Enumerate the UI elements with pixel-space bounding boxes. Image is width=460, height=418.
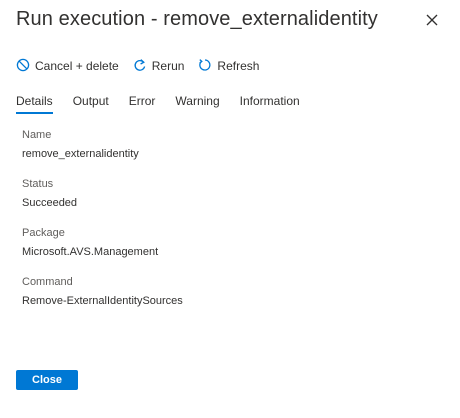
tab-bar: Details Output Error Warning Information: [16, 94, 320, 114]
name-field: Name remove_externalidentity: [22, 128, 183, 161]
rerun-label: Rerun: [151, 59, 185, 73]
tab-warning[interactable]: Warning: [175, 94, 219, 114]
command-label: Command: [22, 276, 73, 288]
rerun-button[interactable]: Rerun: [133, 56, 185, 76]
name-label: Name: [22, 129, 52, 141]
refresh-button[interactable]: Refresh: [198, 56, 259, 76]
name-value: remove_externalidentity: [22, 148, 139, 160]
tab-error[interactable]: Error: [129, 94, 156, 114]
command-bar: Cancel + delete Rerun Refresh: [16, 56, 273, 76]
panel-title: Run execution - remove_externalidentity: [16, 8, 378, 30]
command-field: Command Remove-ExternalIdentitySources: [22, 275, 183, 308]
refresh-icon: [198, 58, 217, 75]
run-execution-panel: Run execution - remove_externalidentity …: [0, 0, 460, 418]
status-field: Status Succeeded: [22, 177, 183, 210]
package-label: Package: [22, 227, 65, 239]
tab-information[interactable]: Information: [240, 94, 300, 114]
command-value: Remove-ExternalIdentitySources: [22, 295, 183, 307]
refresh-label: Refresh: [217, 59, 260, 73]
status-value: Succeeded: [22, 197, 78, 209]
package-field: Package Microsoft.AVS.Management: [22, 226, 183, 259]
close-icon[interactable]: [422, 10, 442, 30]
details-fields: Name remove_externalidentity Status Succ…: [22, 128, 183, 324]
tab-output[interactable]: Output: [73, 94, 109, 114]
cancel-delete-label: Cancel + delete: [35, 59, 119, 73]
cancel-delete-button[interactable]: Cancel + delete: [16, 56, 119, 76]
close-button[interactable]: Close: [16, 370, 78, 390]
rerun-icon: [133, 58, 152, 75]
package-value: Microsoft.AVS.Management: [22, 246, 159, 258]
prohibited-icon: [16, 58, 35, 75]
tab-details[interactable]: Details: [16, 94, 53, 114]
status-label: Status: [22, 178, 54, 190]
